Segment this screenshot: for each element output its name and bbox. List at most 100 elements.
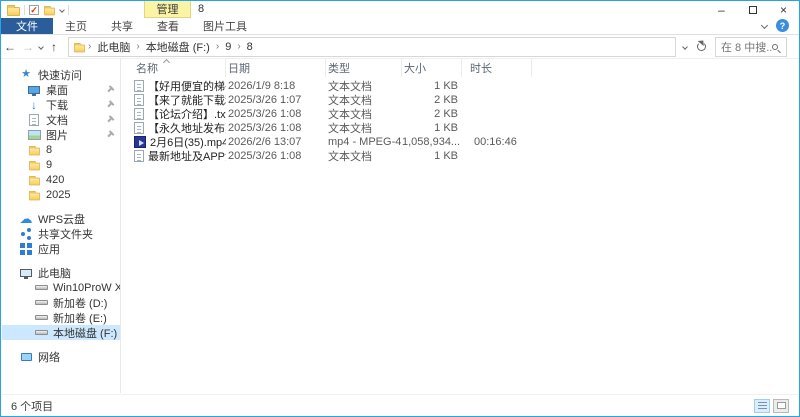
folder-icon — [27, 188, 41, 202]
tab-picture-tools[interactable]: 图片工具 — [191, 18, 259, 34]
tab-share[interactable]: 共享 — [99, 18, 145, 34]
breadcrumb-folder-8[interactable]: 8 — [243, 41, 257, 53]
sidebar-item-drive-c[interactable]: Win10ProW X64 (C:) — [2, 280, 120, 295]
file-row[interactable]: 【好用便宜的梯子... 2026/1/9 8:18 文本文档 1 KB — [121, 79, 798, 93]
up-button[interactable]: ↑ — [45, 40, 63, 54]
main-area: ★ 快速访问 桌面 ↓ 下载 文档 图片 8 9 420 2025 ☁ WPS云… — [2, 58, 798, 393]
status-bar: 6 个项目 — [2, 394, 798, 416]
divider — [24, 4, 25, 15]
tab-file[interactable]: 文件 — [1, 18, 53, 34]
file-list-pane: 名称 日期 类型 大小 时长 【好用便宜的梯子... 2026/1/9 8:18… — [121, 58, 798, 393]
document-icon — [27, 113, 41, 127]
expand-ribbon-chevron-icon[interactable] — [760, 21, 769, 30]
breadcrumb-separator: › — [237, 41, 241, 52]
sidebar-item-drive-e[interactable]: 新加卷 (E:) — [2, 310, 120, 325]
file-row[interactable]: 【永久地址发布页... 2025/3/26 1:08 文本文档 1 KB — [121, 121, 798, 135]
refresh-icon[interactable] — [697, 42, 706, 51]
sidebar-item-network[interactable]: 网络 — [2, 349, 120, 364]
back-button[interactable]: ← — [1, 40, 19, 54]
sidebar-item-wps-cloud[interactable]: ☁ WPS云盘 — [2, 211, 120, 226]
maximize-icon — [748, 5, 757, 14]
help-icon[interactable]: ? — [776, 19, 789, 32]
address-breadcrumb[interactable]: › 此电脑 › 本地磁盘 (F:) › 9 › 8 — [68, 36, 676, 57]
explorer-window: ✓ 管理 8 – × 文件 主页 共享 查看 图片工具 ? ← → ↑ › 此电… — [0, 0, 800, 417]
contextual-tab-group-manage: 管理 — [144, 1, 191, 18]
new-folder-icon[interactable] — [43, 5, 56, 15]
sort-ascending-icon — [162, 58, 171, 67]
column-header-size[interactable]: 大小 — [402, 59, 462, 77]
sidebar-item-folder-420[interactable]: 420 — [2, 172, 120, 187]
navigation-pane: ★ 快速访问 桌面 ↓ 下载 文档 图片 8 9 420 2025 ☁ WPS云… — [2, 59, 121, 393]
text-file-icon — [134, 108, 144, 120]
sidebar-item-this-pc[interactable]: 此电脑 — [2, 265, 120, 280]
sidebar-item-drive-d[interactable]: 新加卷 (D:) — [2, 295, 120, 310]
search-icon — [772, 43, 778, 50]
sidebar-item-shared-folders[interactable]: 共享文件夹 — [2, 226, 120, 241]
location-folder-icon — [73, 42, 86, 52]
qat-customize-chevron-icon[interactable] — [59, 6, 65, 13]
sidebar-item-pictures[interactable]: 图片 — [2, 127, 120, 142]
file-rows: 【好用便宜的梯子... 2026/1/9 8:18 文本文档 1 KB 【来了就… — [121, 79, 798, 163]
title-bar: ✓ 管理 8 – × — [1, 1, 799, 18]
large-icons-view-button[interactable] — [773, 398, 789, 413]
search-input[interactable]: 在 8 中搜... — [715, 36, 787, 57]
search-placeholder: 在 8 中搜... — [721, 41, 772, 54]
column-headers: 名称 日期 类型 大小 时长 — [121, 58, 798, 77]
column-header-name[interactable]: 名称 — [134, 58, 226, 77]
file-row[interactable]: 最新地址及APP清... 2025/3/26 1:08 文本文档 1 KB — [121, 149, 798, 163]
video-file-icon — [134, 136, 146, 148]
pin-icon — [103, 113, 116, 126]
sidebar-item-folder-9[interactable]: 9 — [2, 157, 120, 172]
breadcrumb-this-pc[interactable]: 此电脑 — [93, 39, 134, 55]
properties-icon[interactable]: ✓ — [29, 4, 39, 15]
sidebar-item-apps[interactable]: 应用 — [2, 241, 120, 256]
details-view-icon — [757, 401, 767, 410]
sidebar-item-downloads[interactable]: ↓ 下载 — [2, 97, 120, 112]
folder-icon — [27, 143, 41, 157]
maximize-button[interactable] — [737, 1, 768, 18]
recent-locations-chevron-icon[interactable] — [38, 43, 44, 50]
large-icons-view-icon — [776, 402, 786, 409]
text-file-icon — [134, 94, 144, 106]
sidebar-item-drive-f[interactable]: 本地磁盘 (F:) — [2, 325, 120, 340]
computer-icon — [19, 266, 33, 280]
quick-access-star-icon: ★ — [21, 68, 31, 80]
address-history-chevron-icon[interactable] — [678, 43, 692, 50]
ribbon-tab-row: 文件 主页 共享 查看 图片工具 ? — [1, 18, 799, 35]
column-header-date[interactable]: 日期 — [226, 59, 326, 77]
explorer-app-icon — [7, 4, 20, 16]
tab-home[interactable]: 主页 — [53, 18, 99, 34]
breadcrumb-folder-9[interactable]: 9 — [221, 41, 235, 53]
breadcrumb-drive-f[interactable]: 本地磁盘 (F:) — [142, 39, 214, 55]
network-icon — [19, 350, 33, 364]
details-view-button[interactable] — [754, 398, 770, 413]
file-row[interactable]: 【论坛介绍】.txt 2025/3/26 1:08 文本文档 2 KB — [121, 107, 798, 121]
window-controls: – × — [706, 1, 799, 18]
quick-access-toolbar: ✓ — [7, 4, 69, 16]
breadcrumb-separator: › — [88, 41, 92, 52]
sidebar-item-folder-2025[interactable]: 2025 — [2, 187, 120, 202]
sidebar-item-folder-8[interactable]: 8 — [2, 142, 120, 157]
file-row[interactable]: 2月6日(35).mp4 2026/2/6 13:07 mp4 - MPEG-4… — [121, 135, 798, 149]
file-row[interactable]: 【来了就能下载和... 2025/3/26 1:07 文本文档 2 KB — [121, 93, 798, 107]
divider — [68, 4, 69, 15]
tab-view[interactable]: 查看 — [145, 18, 191, 34]
text-file-icon — [134, 80, 144, 92]
window-title: 8 — [198, 3, 205, 15]
view-buttons — [754, 398, 789, 413]
column-header-length[interactable]: 时长 — [462, 59, 532, 77]
share-icon — [19, 227, 33, 241]
close-button[interactable]: × — [768, 1, 799, 18]
sidebar-item-desktop[interactable]: 桌面 — [2, 82, 120, 97]
forward-button[interactable]: → — [19, 40, 37, 54]
column-header-type[interactable]: 类型 — [326, 59, 402, 77]
text-file-icon — [134, 150, 144, 162]
sidebar-item-quick-access[interactable]: ★ 快速访问 — [2, 67, 120, 82]
cloud-icon: ☁ — [19, 211, 33, 226]
folder-icon — [27, 173, 41, 187]
item-count: 6 个项目 — [11, 400, 54, 413]
minimize-button[interactable]: – — [706, 1, 737, 18]
pin-icon — [103, 128, 116, 141]
sidebar-item-documents[interactable]: 文档 — [2, 112, 120, 127]
download-icon: ↓ — [31, 97, 37, 112]
